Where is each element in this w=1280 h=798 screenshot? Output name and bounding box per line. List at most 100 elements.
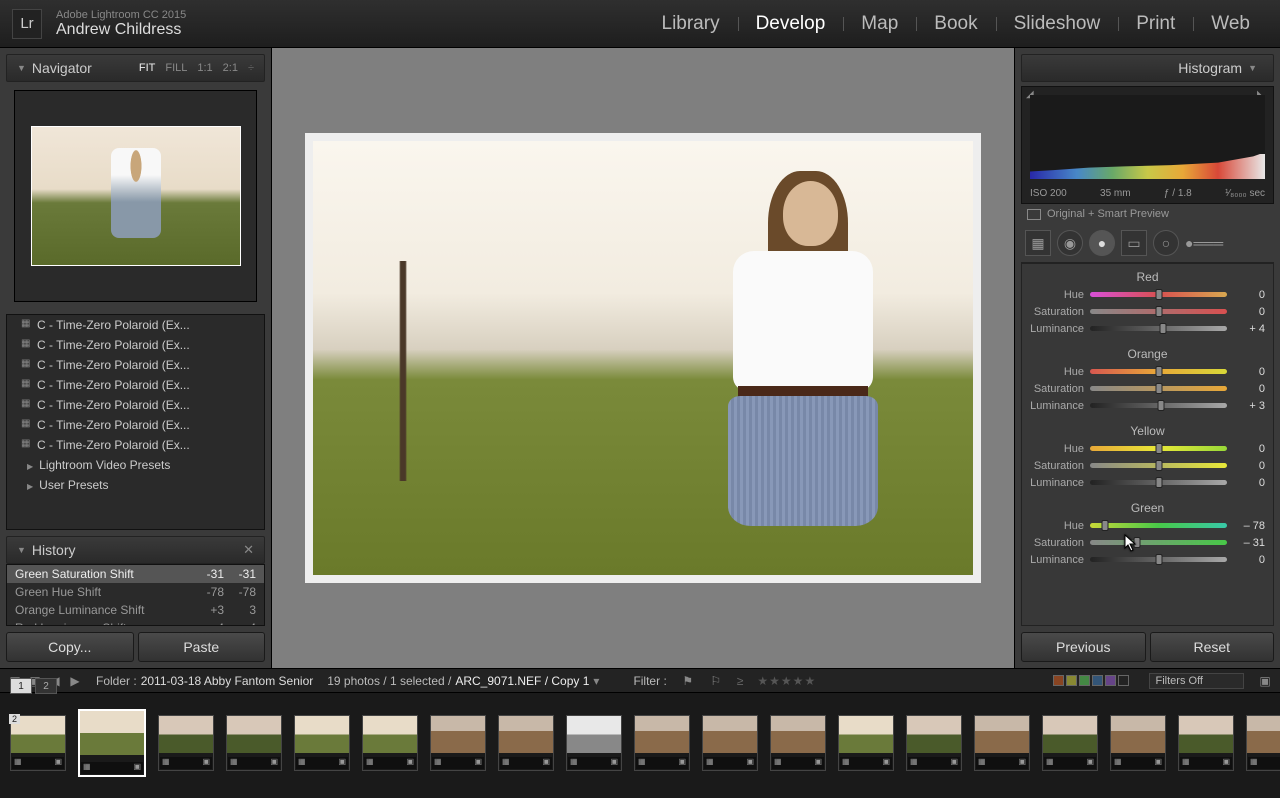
preset-item[interactable]: C - Time-Zero Polaroid (Ex... [7,395,264,415]
slider-handle[interactable] [1155,306,1162,317]
preset-item[interactable]: C - Time-Zero Polaroid (Ex... [7,415,264,435]
previous-button[interactable]: Previous [1021,632,1146,662]
filmstrip-thumb[interactable]: ▦▣ [634,715,690,771]
gradient-tool[interactable]: ▭ [1121,230,1147,256]
page-2[interactable]: 2 [35,678,57,694]
slider-handle[interactable] [1155,443,1162,454]
filmstrip-thumb[interactable]: ▦▣ [1042,715,1098,771]
history-row[interactable]: Orange Luminance Shift+33 [7,601,264,619]
copy-button[interactable]: Copy... [6,632,134,662]
presets-list[interactable]: C - Time-Zero Polaroid (Ex...C - Time-Ze… [6,314,265,530]
slider-value[interactable]: + 3 [1233,400,1265,412]
filmstrip-thumb[interactable]: ▦▣ [498,715,554,771]
filmstrip-thumb[interactable]: ▦▣ [362,715,418,771]
slider-value[interactable]: – 78 [1233,520,1265,532]
filmstrip-thumb[interactable]: ▦▣2 [10,715,66,771]
next-arrow-icon[interactable]: ▶ [68,674,82,688]
filmstrip-thumb[interactable]: ▦▣ [430,715,486,771]
page-1[interactable]: 1 [10,678,32,694]
slider-handle[interactable] [1159,323,1166,334]
slider-value[interactable]: 0 [1233,443,1265,455]
slider-handle[interactable] [1158,400,1165,411]
hue-slider[interactable]: Hue– 78 [1030,517,1265,534]
slider-value[interactable]: – 31 [1233,537,1265,549]
slider-value[interactable]: 0 [1233,477,1265,489]
history-row[interactable]: Red Luminance Shift+44 [7,619,264,626]
brush-tool[interactable]: ●═══ [1185,230,1270,256]
history-row[interactable]: Green Saturation Shift-31-31 [7,565,264,583]
slider-track[interactable] [1090,386,1227,391]
slider-track[interactable] [1090,369,1227,374]
sat-slider[interactable]: Saturation0 [1030,303,1265,320]
crop-tool[interactable]: ▦ [1025,230,1051,256]
module-print[interactable]: Print [1118,13,1193,35]
module-map[interactable]: Map [843,13,916,35]
module-library[interactable]: Library [644,13,738,35]
filmstrip-thumb[interactable]: ▦▣ [226,715,282,771]
slider-value[interactable]: 0 [1233,554,1265,566]
main-canvas[interactable] [272,48,1014,668]
filmstrip-thumb[interactable]: ▦▣ [906,715,962,771]
slider-track[interactable] [1090,523,1227,528]
zoom-2:1[interactable]: 2:1 [223,62,238,74]
slider-handle[interactable] [1102,520,1109,531]
slider-track[interactable] [1090,403,1227,408]
slider-track[interactable] [1090,326,1227,331]
filmstrip-thumb[interactable]: ▦▣ [770,715,826,771]
module-web[interactable]: Web [1193,13,1268,35]
filmstrip-thumb[interactable]: ▦▣ [158,715,214,771]
slider-track[interactable] [1090,463,1227,468]
paste-button[interactable]: Paste [138,632,266,662]
preset-item[interactable]: C - Time-Zero Polaroid (Ex... [7,435,264,455]
preset-folder[interactable]: User Presets [7,475,264,495]
slider-handle[interactable] [1155,460,1162,471]
file-name[interactable]: ARC_9071.NEF / Copy 1 [455,674,589,688]
filters-dropdown[interactable]: Filters Off [1149,673,1244,689]
lum-slider[interactable]: Luminance0 [1030,551,1265,568]
slider-value[interactable]: 0 [1233,289,1265,301]
lum-slider[interactable]: Luminance+ 4 [1030,320,1265,337]
filmstrip-thumb[interactable]: ▦▣ [974,715,1030,771]
module-slideshow[interactable]: Slideshow [996,13,1119,35]
slider-value[interactable]: 0 [1233,383,1265,395]
slider-handle[interactable] [1155,554,1162,565]
hue-slider[interactable]: Hue0 [1030,286,1265,303]
reset-button[interactable]: Reset [1150,632,1275,662]
sat-slider[interactable]: Saturation0 [1030,457,1265,474]
slider-track[interactable] [1090,557,1227,562]
zoom-fill[interactable]: FILL [165,62,187,74]
hue-slider[interactable]: Hue0 [1030,363,1265,380]
navigator-preview[interactable] [14,90,257,302]
flag-picked-icon[interactable]: ⚑ [681,674,695,688]
navigator-header[interactable]: ▼ Navigator FITFILL1:12:1÷ [6,54,265,82]
close-icon[interactable]: ✕ [243,542,254,558]
histogram-header[interactable]: Histogram ▼ [1021,54,1274,82]
filmstrip-thumb[interactable]: ▦▣ [566,715,622,771]
preset-item[interactable]: C - Time-Zero Polaroid (Ex... [7,375,264,395]
filmstrip-thumb[interactable]: ▦▣ [838,715,894,771]
filmstrip-thumb[interactable]: ▦▣ [702,715,758,771]
slider-track[interactable] [1090,480,1227,485]
slider-value[interactable]: 0 [1233,306,1265,318]
slider-value[interactable]: + 4 [1233,323,1265,335]
slider-track[interactable] [1090,540,1227,545]
preset-folder[interactable]: Lightroom Video Presets [7,455,264,475]
zoom-fit[interactable]: FIT [139,62,156,74]
filmstrip-thumb[interactable]: ▦▣ [1178,715,1234,771]
folder-name[interactable]: 2011-03-18 Abby Fantom Senior [141,674,314,688]
slider-track[interactable] [1090,446,1227,451]
slider-handle[interactable] [1155,366,1162,377]
slider-handle[interactable] [1133,537,1140,548]
hue-slider[interactable]: Hue0 [1030,440,1265,457]
dropdown-icon[interactable]: ▾ [593,674,599,688]
preset-item[interactable]: C - Time-Zero Polaroid (Ex... [7,335,264,355]
slider-value[interactable]: 0 [1233,460,1265,472]
filmstrip-thumb[interactable]: ▦▣ [1110,715,1166,771]
color-label-filter[interactable] [1053,675,1129,686]
rating-filter[interactable]: ★★★★★ [757,674,815,688]
filter-lock-icon[interactable]: ▣ [1258,674,1272,688]
module-book[interactable]: Book [916,13,995,35]
filmstrip-thumb[interactable]: ▦▣ [1246,715,1280,771]
preset-item[interactable]: C - Time-Zero Polaroid (Ex... [7,355,264,375]
flag-rejected-icon[interactable]: ⚐ [709,674,723,688]
